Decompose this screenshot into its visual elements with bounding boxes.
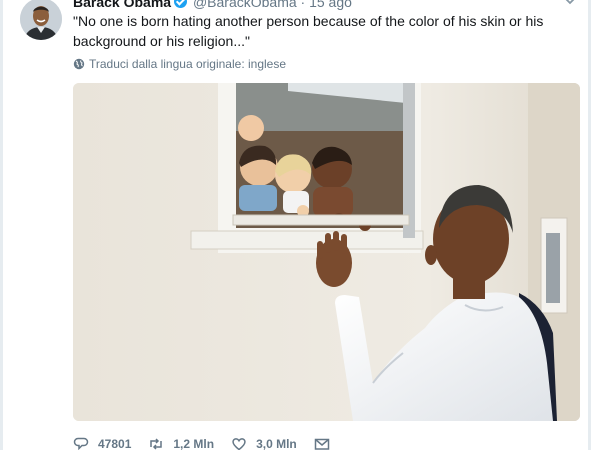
tweet-actions: 47801 1,2 Mln 3,0 Mln	[73, 434, 347, 450]
avatar[interactable]	[20, 0, 62, 40]
tweet-photo[interactable]	[73, 83, 580, 421]
translate-label: Traduci dalla lingua originale: inglese	[89, 57, 287, 71]
reply-button[interactable]: 47801	[73, 436, 131, 450]
retweet-button[interactable]: 1,2 Mln	[148, 436, 214, 450]
author-name[interactable]: Barack Obama	[73, 0, 171, 10]
dm-button[interactable]	[314, 436, 330, 450]
retweet-icon	[150, 438, 163, 450]
tweet-time[interactable]: · 15 ago	[301, 0, 352, 10]
like-count: 3,0 Mln	[256, 437, 297, 450]
reply-count: 47801	[98, 437, 132, 450]
retweet-count: 1,2 Mln	[173, 437, 215, 450]
chevron-down-icon[interactable]	[562, 0, 578, 8]
heart-icon	[232, 438, 246, 450]
translate-link[interactable]: Traduci dalla lingua originale: inglese	[73, 57, 286, 71]
author-handle[interactable]: @BarackObama	[193, 0, 297, 10]
like-button[interactable]: 3,0 Mln	[231, 436, 297, 450]
envelope-icon	[314, 438, 329, 450]
globe-icon	[73, 58, 85, 70]
tweet-text: "No one is born hating another person be…	[73, 13, 544, 49]
reply-icon	[73, 437, 89, 450]
left-border	[0, 0, 3, 450]
verified-badge-icon	[174, 0, 188, 8]
tweet-header: Barack Obama @BarackObama · 15 ago	[73, 0, 352, 10]
